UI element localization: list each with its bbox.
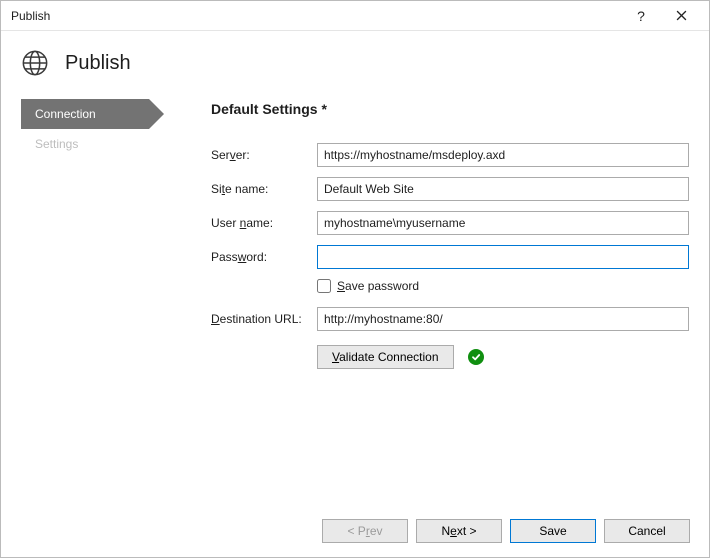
- next-button[interactable]: Next >: [416, 519, 502, 543]
- globe-icon: [21, 49, 49, 77]
- server-input[interactable]: [317, 143, 689, 167]
- tab-connection[interactable]: Connection: [21, 99, 149, 129]
- password-label: Password:: [211, 250, 317, 264]
- window-title: Publish: [11, 9, 621, 23]
- server-label: Server:: [211, 148, 317, 162]
- cancel-button[interactable]: Cancel: [604, 519, 690, 543]
- titlebar: Publish ?: [1, 1, 709, 31]
- password-input[interactable]: [317, 245, 689, 269]
- help-button[interactable]: ?: [621, 2, 661, 30]
- section-title: Default Settings *: [211, 101, 689, 117]
- save-password-label: Save password: [337, 279, 419, 293]
- header: Publish: [1, 31, 709, 99]
- user-label: User name:: [211, 216, 317, 230]
- page-title: Publish: [65, 52, 131, 75]
- site-label: Site name:: [211, 182, 317, 196]
- main-panel: Default Settings * Server: Site name: Us…: [181, 99, 689, 379]
- tab-label: Settings: [35, 137, 78, 151]
- close-button[interactable]: [661, 2, 701, 30]
- sidebar: Connection Settings: [21, 99, 181, 379]
- close-icon: [676, 10, 687, 21]
- user-input[interactable]: [317, 211, 689, 235]
- footer: < Prev Next > Save Cancel: [0, 504, 710, 558]
- check-icon: [471, 352, 481, 362]
- destination-label: Destination URL:: [211, 312, 317, 326]
- tab-settings[interactable]: Settings: [21, 129, 181, 159]
- save-password-checkbox[interactable]: [317, 279, 331, 293]
- validation-ok-icon: [468, 349, 484, 365]
- site-input[interactable]: [317, 177, 689, 201]
- tab-label: Connection: [35, 107, 96, 121]
- validate-connection-button[interactable]: Validate Connection: [317, 345, 454, 369]
- prev-button: < Prev: [322, 519, 408, 543]
- destination-input[interactable]: [317, 307, 689, 331]
- save-button[interactable]: Save: [510, 519, 596, 543]
